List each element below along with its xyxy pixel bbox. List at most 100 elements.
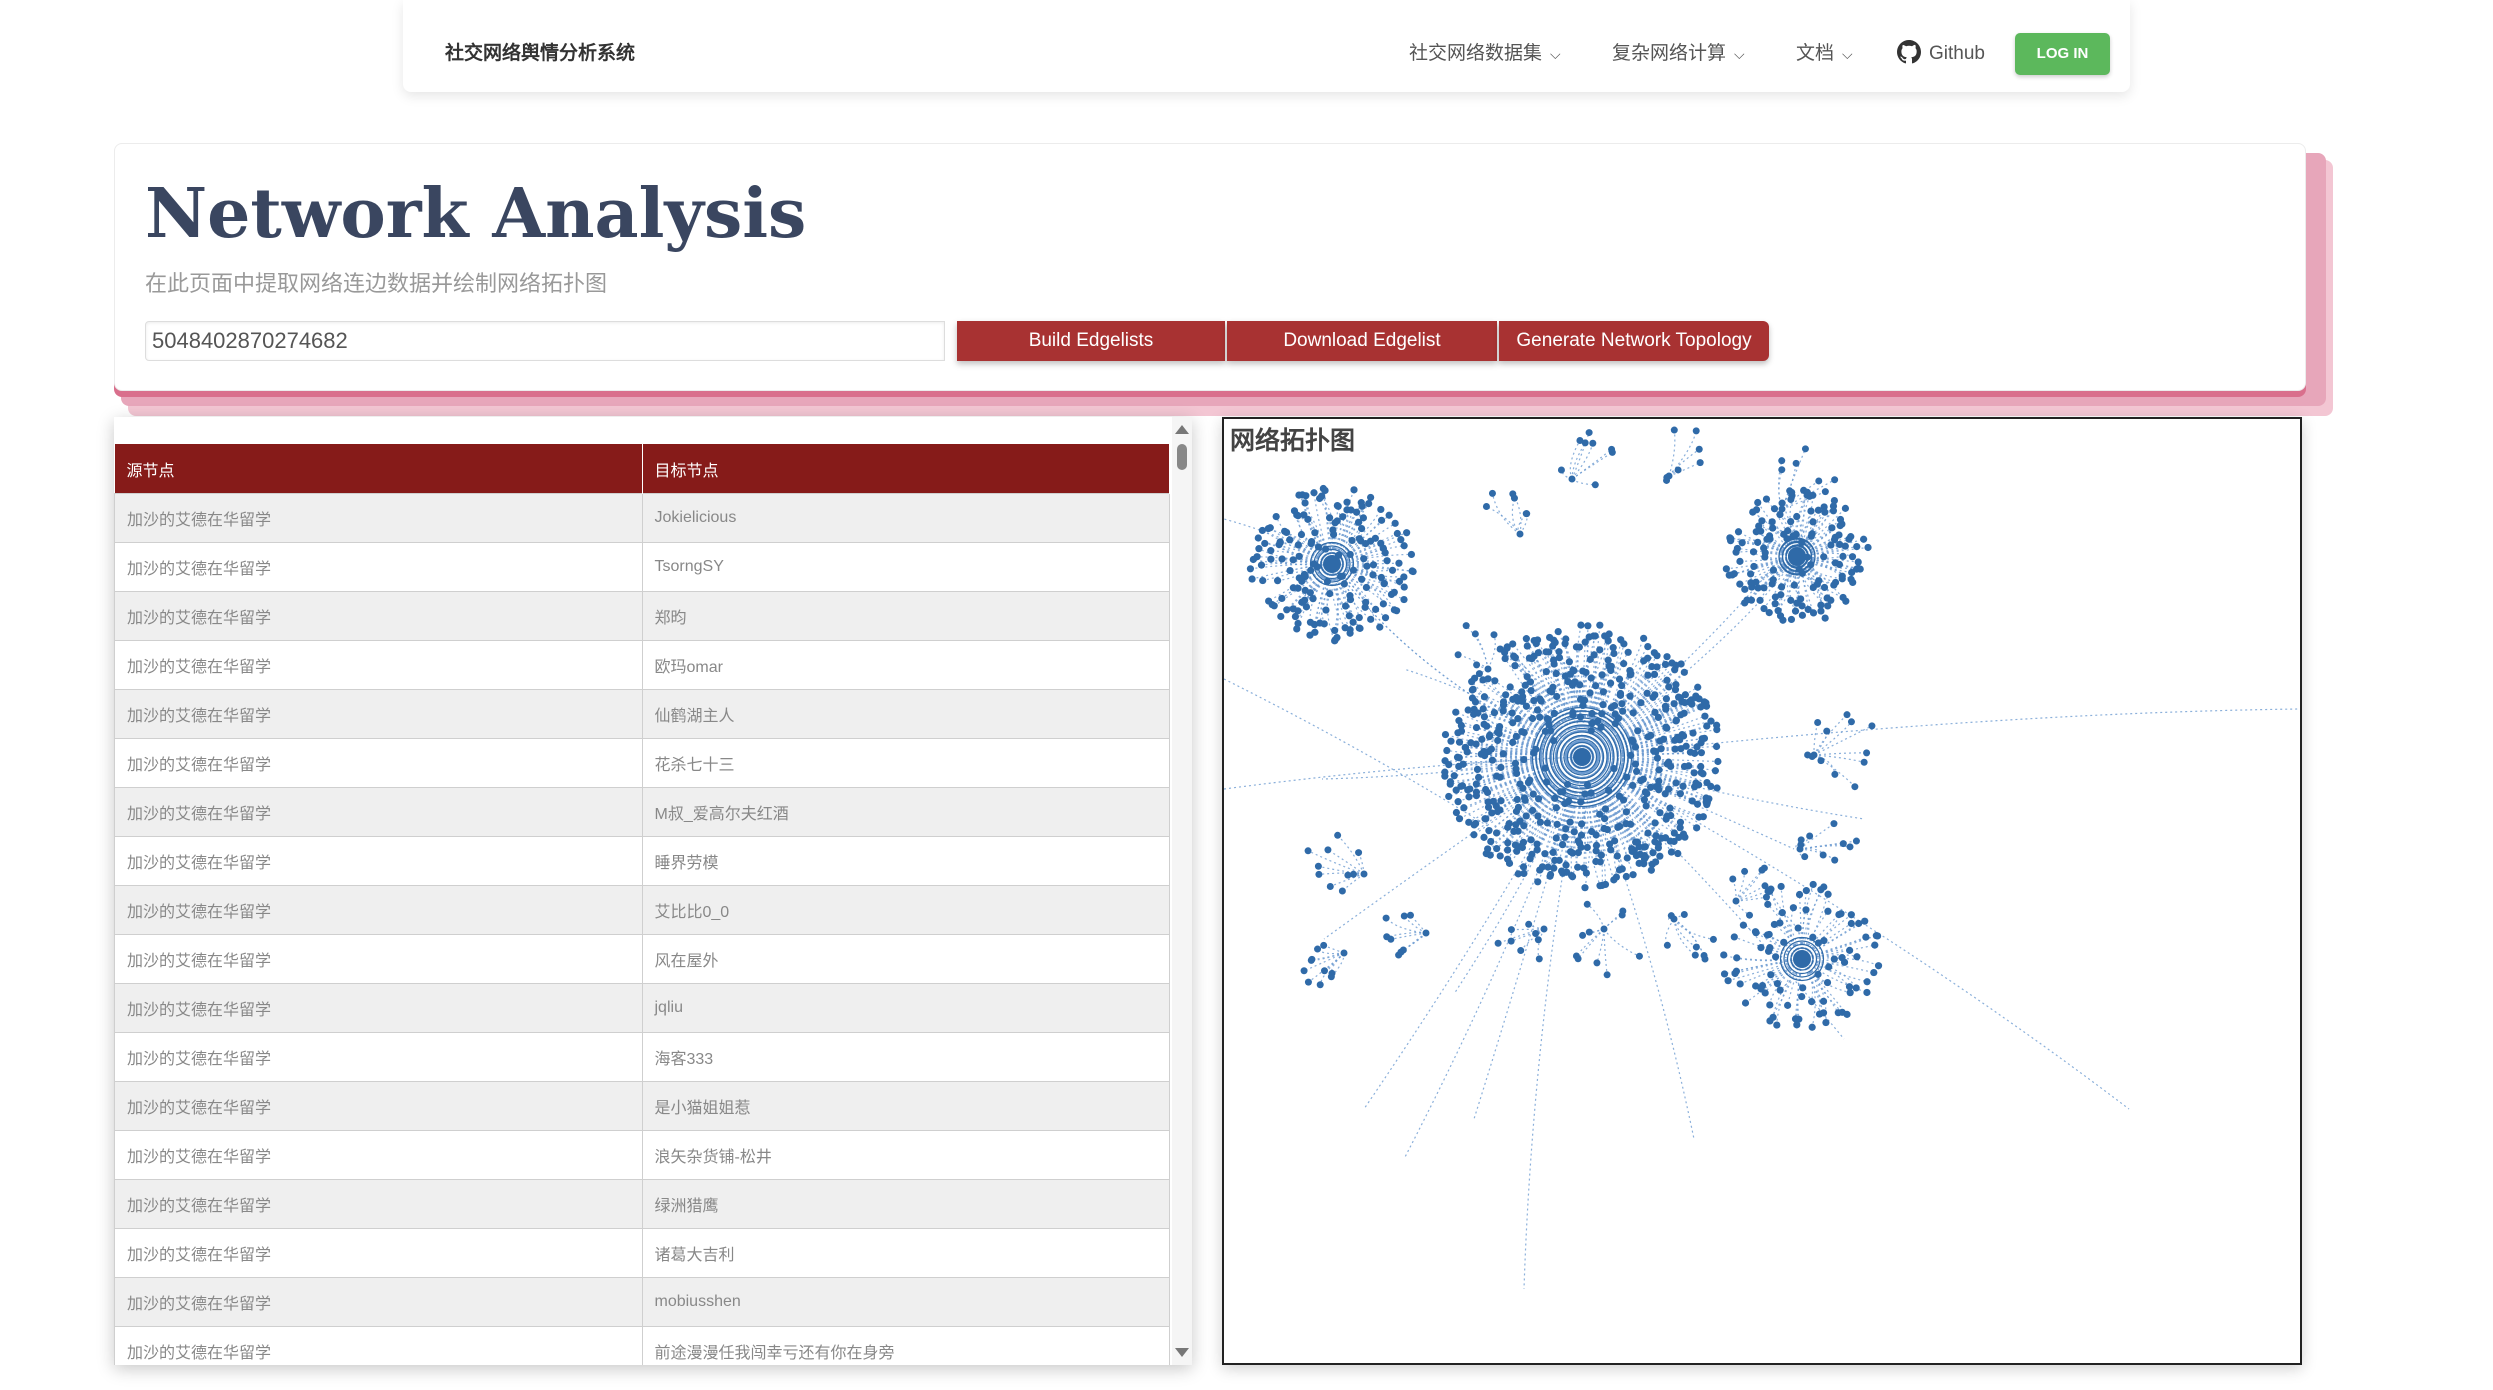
network-node[interactable] — [1403, 529, 1411, 537]
network-node[interactable] — [1583, 900, 1591, 908]
network-node[interactable] — [1455, 738, 1464, 746]
network-node[interactable] — [1493, 807, 1502, 816]
network-node[interactable] — [1773, 1021, 1781, 1029]
network-node[interactable] — [1422, 929, 1430, 937]
table-row[interactable]: 加沙的艾德在华留学 艾比比0_0 — [114, 885, 1170, 935]
network-node[interactable] — [1558, 867, 1566, 875]
table-row[interactable]: 加沙的艾德在华留学 绿洲猎鹰 — [114, 1179, 1170, 1229]
network-node[interactable] — [1301, 499, 1309, 507]
network-node[interactable] — [1346, 626, 1354, 634]
network-node[interactable] — [1822, 1018, 1830, 1027]
network-node[interactable] — [1681, 691, 1689, 699]
network-node[interactable] — [1400, 595, 1408, 604]
network-node[interactable] — [1286, 566, 1294, 575]
network-node[interactable] — [1488, 489, 1496, 497]
network-node[interactable] — [1770, 505, 1779, 513]
network-node[interactable] — [1466, 785, 1474, 793]
network-node[interactable] — [1815, 1010, 1824, 1018]
network-node[interactable] — [1272, 513, 1280, 521]
generate-topology-button[interactable]: Generate Network Topology — [1499, 321, 1769, 361]
network-node[interactable] — [1618, 865, 1626, 873]
network-node[interactable] — [1275, 541, 1283, 549]
network-node[interactable] — [1676, 818, 1685, 826]
network-node[interactable] — [1848, 568, 1856, 577]
network-node[interactable] — [1261, 539, 1269, 548]
network-node[interactable] — [1462, 743, 1470, 752]
network-node[interactable] — [1407, 550, 1416, 559]
network-node[interactable] — [1643, 789, 1651, 798]
network-node[interactable] — [1799, 984, 1807, 992]
network-node[interactable] — [1763, 931, 1772, 939]
network-node[interactable] — [1540, 925, 1548, 933]
network-node[interactable] — [1496, 852, 1504, 860]
network-node[interactable] — [1379, 600, 1387, 608]
network-node[interactable] — [1283, 606, 1291, 614]
network-node[interactable] — [1778, 909, 1786, 917]
network-node[interactable] — [1278, 594, 1286, 603]
network-node[interactable] — [1294, 541, 1302, 549]
network-node[interactable] — [1516, 530, 1524, 538]
network-node[interactable] — [1379, 544, 1387, 552]
network-node[interactable] — [1397, 536, 1405, 544]
network-node[interactable] — [1819, 851, 1827, 859]
network-node[interactable] — [1464, 706, 1472, 714]
network-node[interactable] — [1619, 707, 1627, 715]
network-node[interactable] — [1670, 915, 1678, 923]
network-node[interactable] — [1814, 719, 1822, 727]
network-node[interactable] — [1843, 711, 1851, 719]
network-node[interactable] — [1670, 700, 1678, 708]
network-node[interactable] — [1381, 614, 1390, 622]
network-node[interactable] — [1771, 593, 1780, 601]
network-node[interactable] — [1581, 638, 1589, 646]
network-node[interactable] — [1697, 762, 1705, 771]
network-node[interactable] — [1618, 681, 1626, 690]
network-node[interactable] — [1648, 662, 1656, 671]
network-node[interactable] — [1821, 614, 1829, 622]
network-node[interactable] — [1663, 812, 1671, 820]
network-node[interactable] — [1795, 890, 1804, 899]
network-node[interactable] — [1484, 798, 1492, 806]
network-node[interactable] — [1334, 831, 1342, 839]
network-node[interactable] — [1576, 681, 1584, 689]
network-node[interactable] — [1447, 737, 1455, 745]
network-node[interactable] — [1553, 820, 1561, 828]
network-node[interactable] — [1778, 466, 1786, 474]
network-node[interactable] — [1310, 560, 1318, 568]
network-node[interactable] — [1643, 689, 1651, 697]
network-node[interactable] — [1616, 822, 1624, 830]
network-node[interactable] — [1454, 798, 1462, 806]
network-node[interactable] — [1316, 981, 1324, 989]
network-node[interactable] — [1756, 596, 1764, 604]
network-node[interactable] — [1562, 825, 1570, 833]
network-node[interactable] — [1452, 808, 1461, 817]
network-node[interactable] — [1612, 873, 1621, 881]
network-node[interactable] — [1582, 869, 1590, 877]
login-button[interactable]: LOG IN — [2015, 33, 2110, 75]
network-node[interactable] — [1409, 567, 1417, 576]
network-node[interactable] — [1596, 810, 1604, 818]
network-node[interactable] — [1472, 740, 1480, 748]
network-node[interactable] — [1798, 611, 1806, 619]
network-node[interactable] — [1454, 729, 1462, 737]
network-node[interactable] — [1707, 782, 1715, 791]
network-node[interactable] — [1736, 980, 1744, 988]
network-node[interactable] — [1297, 530, 1306, 539]
network-node[interactable] — [1778, 457, 1786, 465]
table-row[interactable]: 加沙的艾德在华留学 TsorngSY — [114, 542, 1170, 592]
network-node[interactable] — [1804, 751, 1812, 759]
network-node[interactable] — [1622, 820, 1630, 828]
build-edgelists-button[interactable]: Build Edgelists — [957, 321, 1225, 361]
network-node[interactable] — [1295, 574, 1303, 582]
network-node[interactable] — [1387, 590, 1396, 599]
network-node[interactable] — [1520, 755, 1528, 764]
network-node[interactable] — [1637, 699, 1645, 707]
network-node[interactable] — [1356, 624, 1364, 632]
network-node[interactable] — [1294, 512, 1302, 520]
network-node[interactable] — [1736, 557, 1744, 565]
network-node[interactable] — [1809, 583, 1817, 592]
network-node[interactable] — [1730, 933, 1738, 941]
network-node[interactable] — [1846, 946, 1854, 954]
network-node[interactable] — [1814, 970, 1822, 978]
network-node[interactable] — [1543, 715, 1551, 723]
network-node[interactable] — [1329, 526, 1337, 534]
